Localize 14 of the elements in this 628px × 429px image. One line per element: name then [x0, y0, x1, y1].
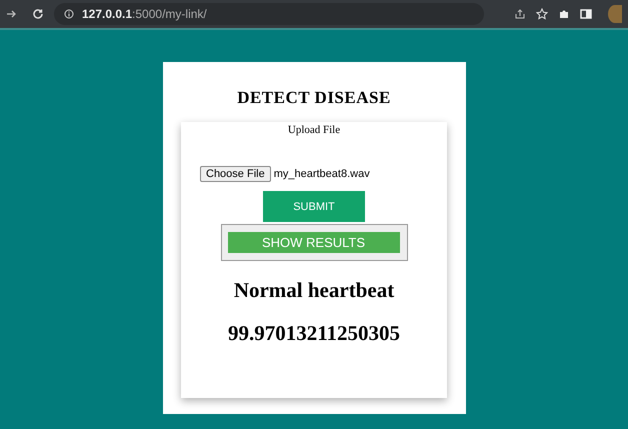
sidebar-icon[interactable] — [580, 8, 592, 20]
forward-arrow-icon[interactable] — [6, 9, 16, 19]
result-text: Normal heartbeat — [234, 278, 394, 303]
reload-icon[interactable] — [32, 8, 44, 20]
info-icon — [64, 9, 74, 19]
choose-file-button[interactable]: Choose File — [200, 166, 271, 182]
address-text: 127.0.0.1:5000/my-link/ — [82, 7, 207, 21]
upload-label: Upload File — [288, 124, 340, 136]
file-name: my_heartbeat8.wav — [274, 168, 370, 180]
page-title: DETECT DISEASE — [237, 88, 391, 108]
score-text: 99.97013211250305 — [228, 321, 400, 346]
star-icon[interactable] — [536, 8, 548, 20]
address-bar[interactable]: 127.0.0.1:5000/my-link/ — [54, 3, 484, 25]
share-icon[interactable] — [514, 8, 526, 20]
